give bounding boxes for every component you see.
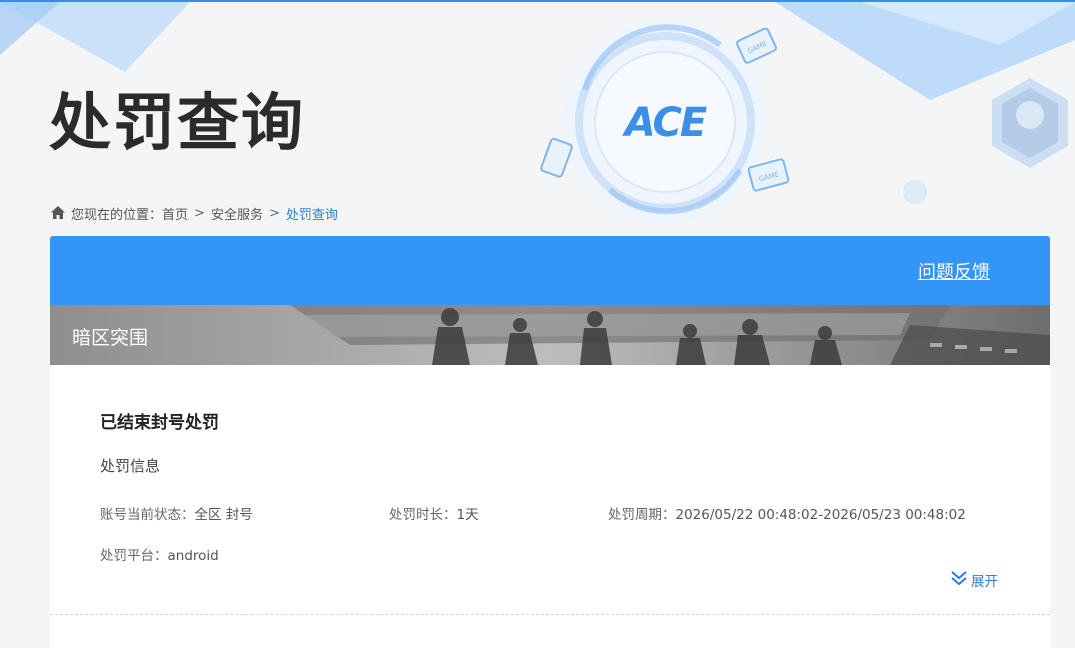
ace-logo-icon: ACE xyxy=(622,100,709,146)
punishment-duration: 处罚时长：1天 xyxy=(389,503,479,523)
game-card-icon xyxy=(540,137,573,178)
breadcrumb-prefix: 您现在的位置： xyxy=(71,207,163,223)
breadcrumb-home[interactable]: 首页 xyxy=(162,204,188,223)
divider xyxy=(50,614,1050,615)
svg-text:ACE: ACE xyxy=(622,100,707,146)
punishment-platform-label: 处罚平台： xyxy=(100,548,168,564)
game-banner-image xyxy=(50,305,1050,365)
double-chevron-down-icon xyxy=(950,570,971,590)
breadcrumb-separator: > xyxy=(268,205,280,221)
expand-button[interactable]: 展开 xyxy=(950,570,998,590)
page-title: 处罚查询 xyxy=(49,86,306,159)
account-status-label: 账号当前状态： xyxy=(100,507,195,523)
breadcrumb-security-service[interactable]: 安全服务 xyxy=(211,204,263,223)
punishment-duration-value: 1天 xyxy=(456,507,479,523)
breadcrumb-current: 处罚查询 xyxy=(285,207,338,223)
home-icon xyxy=(50,205,66,221)
punishment-duration-label: 处罚时长： xyxy=(389,507,457,523)
expand-label: 展开 xyxy=(971,574,998,590)
breadcrumb-separator: > xyxy=(194,205,205,221)
punishment-card: 已结束封号处罚 处罚信息 账号当前状态：全区 封号 处罚时长：1天 处罚周期：2… xyxy=(50,365,1050,648)
game-name: 暗区突围 xyxy=(72,327,149,349)
game-banner: 暗区突围 xyxy=(50,305,1050,365)
feedback-link[interactable]: 问题反馈 xyxy=(918,258,990,284)
punishment-period-label: 处罚周期： xyxy=(608,507,676,523)
punishment-period-value: 2026/05/22 00:48:02-2026/05/23 00:48:02 xyxy=(675,507,966,523)
punishment-period: 处罚周期：2026/05/22 00:48:02-2026/05/23 00:4… xyxy=(608,503,966,523)
punishment-platform: 处罚平台：android xyxy=(100,544,219,564)
header-bar: 问题反馈 xyxy=(50,236,1050,305)
breadcrumb: 您现在的位置： 首页 > 安全服务 > 处罚查询 xyxy=(50,203,338,223)
account-status-value: 全区 封号 xyxy=(194,507,253,523)
punishment-title: 已结束封号处罚 xyxy=(100,413,219,433)
punishment-section-label: 处罚信息 xyxy=(100,457,161,475)
account-status: 账号当前状态：全区 封号 xyxy=(100,503,253,523)
punishment-platform-value: android xyxy=(167,548,219,564)
